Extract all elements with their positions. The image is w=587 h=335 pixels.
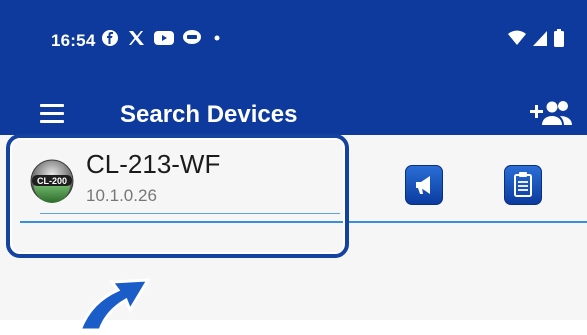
- status-system-icons: [508, 29, 564, 52]
- wifi-icon: [508, 30, 526, 51]
- status-bar: 16:54: [0, 0, 587, 80]
- page-title: Search Devices: [120, 101, 298, 128]
- facebook-icon: [102, 30, 118, 51]
- status-notification-icons: [102, 30, 224, 51]
- announce-icon: [416, 176, 430, 194]
- announce-button[interactable]: [405, 165, 443, 205]
- clipboard-icon: [514, 172, 532, 197]
- add-people-button[interactable]: [528, 98, 578, 128]
- dot-icon: [210, 31, 224, 50]
- highlight-frame: [6, 134, 349, 258]
- add-people-icon: [530, 101, 572, 125]
- pointer-arrow-icon: [60, 270, 170, 332]
- signal-icon: [533, 30, 547, 51]
- battery-icon: [554, 29, 564, 52]
- menu-icon[interactable]: [40, 104, 64, 124]
- status-time: 16:54: [51, 31, 96, 50]
- youtube-icon: [154, 31, 174, 50]
- line-icon: [183, 30, 201, 51]
- x-icon: [127, 30, 145, 51]
- app-bar: Search Devices: [0, 80, 587, 135]
- clipboard-button[interactable]: [504, 165, 542, 205]
